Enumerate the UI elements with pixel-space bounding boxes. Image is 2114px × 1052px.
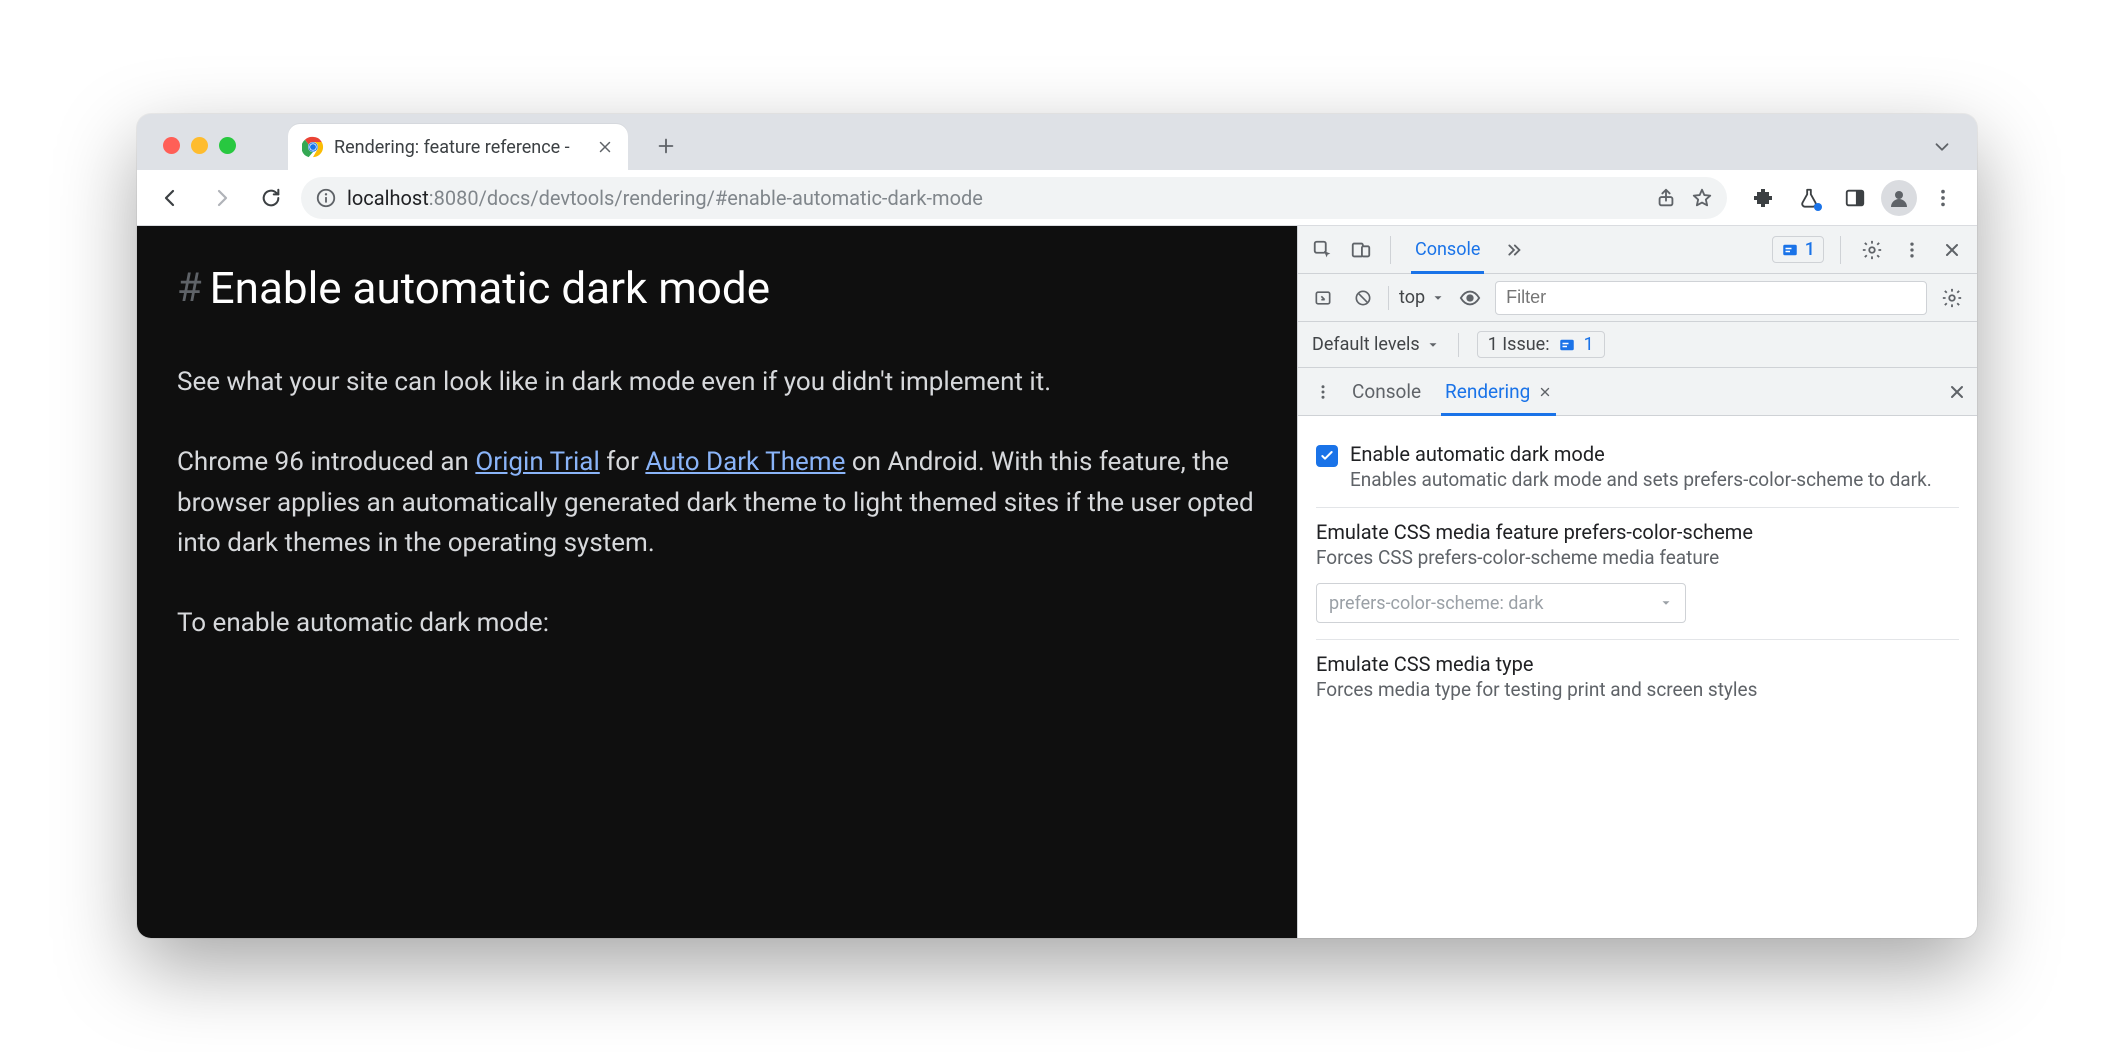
issues-link[interactable]: 1 Issue: 1 [1477, 331, 1605, 358]
site-info-icon[interactable] [315, 187, 337, 209]
live-expression-icon[interactable] [1455, 283, 1485, 313]
setting-title: Emulate CSS media type [1316, 652, 1959, 676]
close-tab-icon[interactable] [1538, 385, 1552, 399]
tab-console[interactable]: Console [1405, 226, 1490, 273]
devtools-menu-icon[interactable] [1897, 235, 1927, 265]
setting-title: Enable automatic dark mode [1350, 442, 1932, 466]
issues-indicator[interactable]: 1 [1772, 236, 1824, 263]
intro-paragraph: See what your site can look like in dark… [177, 362, 1257, 402]
body-paragraph: Chrome 96 introduced an Origin Trial for… [177, 442, 1257, 563]
labs-icon[interactable] [1789, 178, 1829, 218]
console-toolbar: top [1298, 274, 1977, 322]
url-text: localhost:8080/docs/devtools/rendering/#… [347, 186, 1645, 210]
minimize-window-button[interactable] [191, 137, 208, 154]
heading-text: Enable automatic dark mode [210, 254, 770, 322]
console-settings-icon[interactable] [1937, 283, 1967, 313]
console-sidebar-toggle-icon[interactable] [1308, 283, 1338, 313]
chevron-down-icon [1659, 596, 1673, 610]
drawer-tabbar: Console Rendering [1298, 368, 1977, 416]
rendering-panel: Enable automatic dark mode Enables autom… [1298, 416, 1977, 938]
drawer-tab-console[interactable]: Console [1342, 368, 1431, 415]
checkbox-auto-dark[interactable] [1316, 445, 1338, 467]
setting-description: Forces CSS prefers-color-scheme media fe… [1316, 546, 1959, 569]
chrome-favicon-icon [302, 136, 324, 158]
inspect-element-icon[interactable] [1308, 235, 1338, 265]
anchor-hash-icon: # [177, 257, 202, 319]
browser-tab[interactable]: Rendering: feature reference - [288, 124, 628, 170]
console-filter-input[interactable] [1495, 281, 1927, 315]
clear-console-icon[interactable] [1348, 283, 1378, 313]
toolbar-right [1737, 178, 1963, 218]
auto-dark-theme-link[interactable]: Auto Dark Theme [645, 447, 845, 477]
chrome-menu-button[interactable] [1923, 178, 1963, 218]
close-devtools-icon[interactable] [1937, 235, 1967, 265]
device-toolbar-icon[interactable] [1346, 235, 1376, 265]
side-panel-icon[interactable] [1835, 178, 1875, 218]
reload-button[interactable] [251, 178, 291, 218]
context-selector[interactable]: top [1399, 287, 1445, 308]
setting-title: Emulate CSS media feature prefers-color-… [1316, 520, 1959, 544]
console-filter-row: Default levels 1 Issue: 1 [1298, 322, 1977, 368]
settings-gear-icon[interactable] [1857, 235, 1887, 265]
bookmark-star-icon[interactable] [1691, 187, 1713, 209]
extensions-icon[interactable] [1743, 178, 1783, 218]
new-tab-button[interactable] [646, 126, 686, 166]
profile-avatar[interactable] [1881, 180, 1917, 216]
address-bar[interactable]: localhost:8080/docs/devtools/rendering/#… [301, 177, 1727, 219]
tab-strip: Rendering: feature reference - [137, 114, 1977, 170]
tabs-menu-button[interactable] [1931, 136, 1963, 158]
setting-description: Forces media type for testing print and … [1316, 678, 1959, 701]
webpage: # Enable automatic dark mode See what yo… [137, 226, 1297, 938]
back-button[interactable] [151, 178, 191, 218]
more-tabs-icon[interactable] [1498, 235, 1528, 265]
close-drawer-icon[interactable] [1947, 382, 1967, 402]
close-tab-icon[interactable] [596, 138, 614, 156]
maximize-window-button[interactable] [219, 137, 236, 154]
log-levels-selector[interactable]: Default levels [1312, 334, 1440, 355]
tab-title: Rendering: feature reference - [334, 137, 586, 158]
drawer-tab-rendering[interactable]: Rendering [1435, 368, 1562, 415]
forward-button[interactable] [201, 178, 241, 218]
browser-toolbar: localhost:8080/docs/devtools/rendering/#… [137, 170, 1977, 226]
setting-enable-auto-dark: Enable automatic dark mode Enables autom… [1316, 430, 1959, 508]
share-icon[interactable] [1655, 187, 1677, 209]
content-area: # Enable automatic dark mode See what yo… [137, 226, 1977, 938]
prefers-color-scheme-select[interactable]: prefers-color-scheme: dark [1316, 583, 1686, 623]
window-controls [151, 137, 248, 170]
setting-prefers-color-scheme: Emulate CSS media feature prefers-color-… [1316, 508, 1959, 640]
drawer-menu-icon[interactable] [1308, 377, 1338, 407]
page-heading: # Enable automatic dark mode [177, 254, 1257, 322]
close-window-button[interactable] [163, 137, 180, 154]
browser-window: Rendering: feature reference - lo [137, 114, 1977, 938]
setting-media-type: Emulate CSS media type Forces media type… [1316, 640, 1959, 717]
origin-trial-link[interactable]: Origin Trial [475, 447, 599, 477]
setting-description: Enables automatic dark mode and sets pre… [1350, 468, 1932, 491]
instructions-paragraph: To enable automatic dark mode: [177, 603, 1257, 643]
devtools-panel: Console 1 [1297, 226, 1977, 938]
devtools-main-tabbar: Console 1 [1298, 226, 1977, 274]
